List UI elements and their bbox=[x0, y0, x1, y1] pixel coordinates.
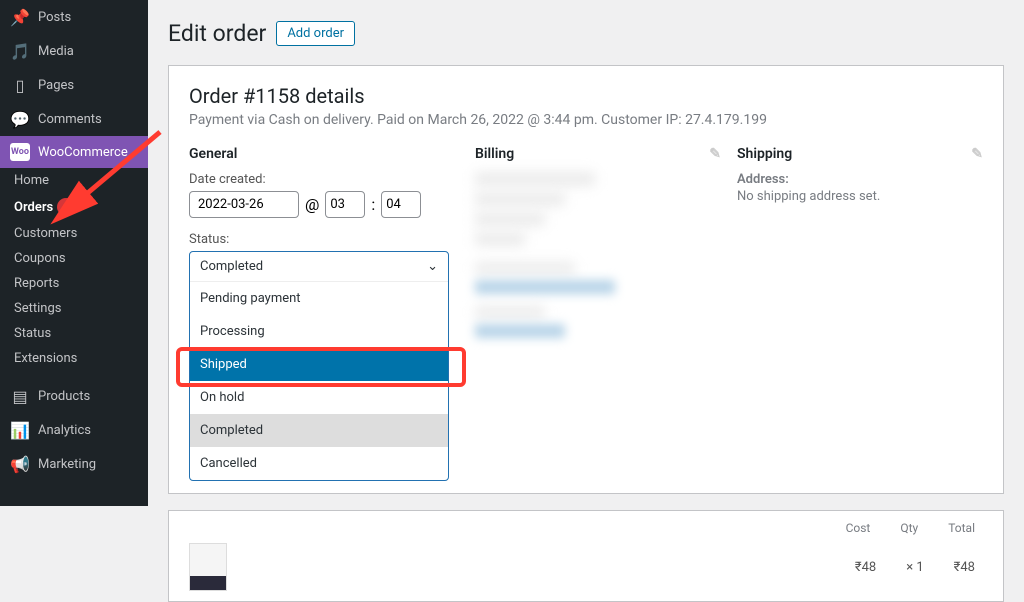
blurred-link bbox=[475, 280, 615, 294]
status-select[interactable]: Completed ⌄ Pending payment Processing S… bbox=[189, 251, 449, 481]
pages-icon: ▯ bbox=[10, 75, 30, 95]
sidebar-item-media[interactable]: 🎵 Media bbox=[0, 34, 148, 68]
products-icon: ▤ bbox=[10, 386, 30, 406]
status-label: Status: bbox=[189, 232, 459, 247]
sidebar-label: Products bbox=[38, 389, 90, 404]
option-completed[interactable]: Completed bbox=[190, 414, 448, 447]
date-input[interactable] bbox=[189, 191, 299, 218]
blurred-link bbox=[475, 324, 565, 338]
shipping-column: Shipping ✎ Address: No shipping address … bbox=[737, 146, 983, 481]
sidebar-item-comments[interactable]: 💬 Comments bbox=[0, 102, 148, 136]
blurred-billing bbox=[475, 232, 525, 246]
sidebar-sub-orders[interactable]: Orders 1 bbox=[0, 193, 148, 221]
address-label: Address: bbox=[737, 172, 983, 187]
sidebar-sub-home[interactable]: Home bbox=[0, 168, 148, 193]
edit-billing-icon[interactable]: ✎ bbox=[709, 146, 721, 162]
sidebar-item-posts[interactable]: 📌 Posts bbox=[0, 0, 148, 34]
add-order-button[interactable]: Add order bbox=[276, 21, 355, 46]
at-symbol: @ bbox=[305, 195, 319, 214]
sidebar-label: Comments bbox=[38, 112, 102, 127]
comments-icon: 💬 bbox=[10, 109, 30, 129]
chevron-down-icon: ⌄ bbox=[427, 259, 438, 274]
option-processing[interactable]: Processing bbox=[190, 315, 448, 348]
sidebar-label: Pages bbox=[38, 78, 74, 93]
sidebar-item-woocommerce[interactable]: Woo WooCommerce bbox=[0, 136, 148, 168]
page-header: Edit order Add order bbox=[168, 20, 1004, 47]
minute-input[interactable] bbox=[381, 191, 421, 218]
total-header: Total bbox=[948, 521, 975, 535]
pin-icon: 📌 bbox=[10, 7, 30, 27]
sidebar-label: Marketing bbox=[38, 457, 96, 472]
sidebar-item-analytics[interactable]: 📊 Analytics bbox=[0, 413, 148, 447]
order-details-card: Order #1158 details Payment via Cash on … bbox=[168, 65, 1004, 494]
blurred-billing bbox=[475, 306, 545, 318]
sidebar-item-marketing[interactable]: 📢 Marketing bbox=[0, 447, 148, 481]
address-text: No shipping address set. bbox=[737, 189, 983, 204]
total-value: ₹48 bbox=[954, 560, 975, 575]
qty-value: × 1 bbox=[906, 560, 923, 575]
edit-shipping-icon[interactable]: ✎ bbox=[971, 146, 983, 162]
hour-input[interactable] bbox=[325, 191, 365, 218]
general-heading: General bbox=[189, 146, 459, 162]
time-colon: : bbox=[371, 195, 375, 214]
line-item-row: ₹48 × 1 ₹48 bbox=[189, 543, 983, 591]
product-thumbnail[interactable] bbox=[189, 543, 227, 591]
option-pending[interactable]: Pending payment bbox=[190, 282, 448, 315]
sidebar-item-products[interactable]: ▤ Products bbox=[0, 379, 148, 413]
general-column: General Date created: @ : Status: Comple… bbox=[189, 146, 459, 481]
sidebar-sub-customers[interactable]: Customers bbox=[0, 221, 148, 246]
marketing-icon: 📢 bbox=[10, 454, 30, 474]
blurred-billing bbox=[475, 192, 565, 206]
sidebar-item-pages[interactable]: ▯ Pages bbox=[0, 68, 148, 102]
status-dropdown: Pending payment Processing Shipped On ho… bbox=[190, 281, 448, 480]
sidebar-sub-reports[interactable]: Reports bbox=[0, 271, 148, 296]
main-content: Edit order Add order Order #1158 details… bbox=[148, 0, 1024, 506]
sidebar-label: Posts bbox=[38, 10, 71, 25]
sidebar-label: WooCommerce bbox=[38, 145, 128, 160]
orders-count-badge: 1 bbox=[57, 198, 75, 216]
order-title: Order #1158 details bbox=[189, 84, 983, 108]
blurred-billing bbox=[475, 172, 595, 186]
sidebar-sub-extensions[interactable]: Extensions bbox=[0, 346, 148, 371]
analytics-icon: 📊 bbox=[10, 420, 30, 440]
date-created-label: Date created: bbox=[189, 172, 459, 187]
sidebar-sub-settings[interactable]: Settings bbox=[0, 296, 148, 321]
media-icon: 🎵 bbox=[10, 41, 30, 61]
order-meta: Payment via Cash on delivery. Paid on Ma… bbox=[189, 112, 983, 128]
billing-heading: Billing bbox=[475, 146, 514, 162]
qty-header: Qty bbox=[900, 521, 918, 535]
sidebar-label: Analytics bbox=[38, 423, 91, 438]
shipping-heading: Shipping bbox=[737, 146, 792, 162]
cost-value: ₹48 bbox=[855, 560, 876, 575]
blurred-billing bbox=[475, 212, 545, 226]
sidebar-label: Media bbox=[38, 44, 74, 59]
sidebar-sub-coupons[interactable]: Coupons bbox=[0, 246, 148, 271]
option-onhold[interactable]: On hold bbox=[190, 381, 448, 414]
admin-sidebar: 📌 Posts 🎵 Media ▯ Pages 💬 Comments Woo W… bbox=[0, 0, 148, 506]
status-current[interactable]: Completed ⌄ bbox=[190, 252, 448, 281]
option-shipped[interactable]: Shipped bbox=[190, 348, 448, 381]
page-title: Edit order bbox=[168, 20, 266, 47]
option-cancelled[interactable]: Cancelled bbox=[190, 447, 448, 480]
woo-icon: Woo bbox=[10, 143, 30, 161]
billing-column: Billing ✎ bbox=[475, 146, 721, 481]
sidebar-sub-status[interactable]: Status bbox=[0, 321, 148, 346]
blurred-billing bbox=[475, 262, 575, 274]
line-items-card: Cost Qty Total ₹48 × 1 ₹48 bbox=[168, 510, 1004, 602]
cost-header: Cost bbox=[846, 521, 871, 535]
